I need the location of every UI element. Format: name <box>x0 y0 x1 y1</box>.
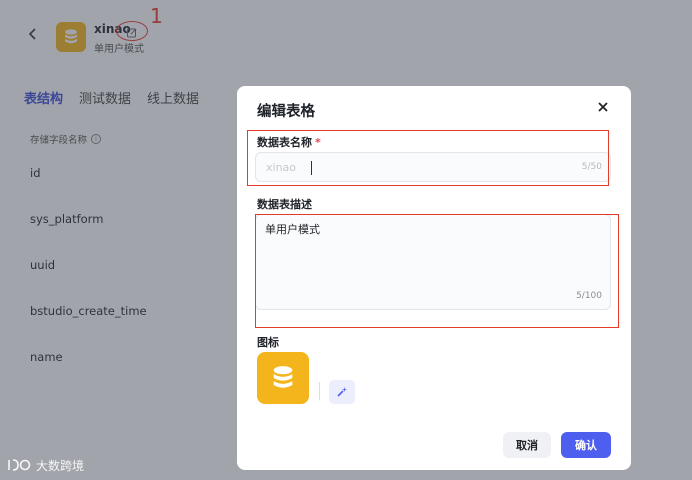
dialog-title: 编辑表格 <box>257 104 315 120</box>
watermark: 大数跨境 <box>6 456 84 474</box>
generate-icon-button[interactable] <box>329 380 355 404</box>
divider <box>319 382 320 400</box>
table-icon-preview[interactable] <box>257 352 309 404</box>
edit-table-dialog: 编辑表格 数据表名称* 5/50 数据表描述 单用户模式 5/100 图标 取消… <box>237 86 631 470</box>
close-icon <box>598 102 608 112</box>
magic-wand-icon <box>337 387 347 397</box>
table-desc-label: 数据表描述 <box>257 198 312 211</box>
watermark-logo-icon <box>8 459 31 471</box>
annotation-box <box>247 130 609 186</box>
cancel-button[interactable]: 取消 <box>503 432 551 458</box>
annotation-box <box>255 214 619 328</box>
icon-label: 图标 <box>257 336 279 349</box>
database-icon <box>273 366 293 388</box>
close-button[interactable] <box>597 100 609 116</box>
confirm-button[interactable]: 确认 <box>561 432 611 458</box>
